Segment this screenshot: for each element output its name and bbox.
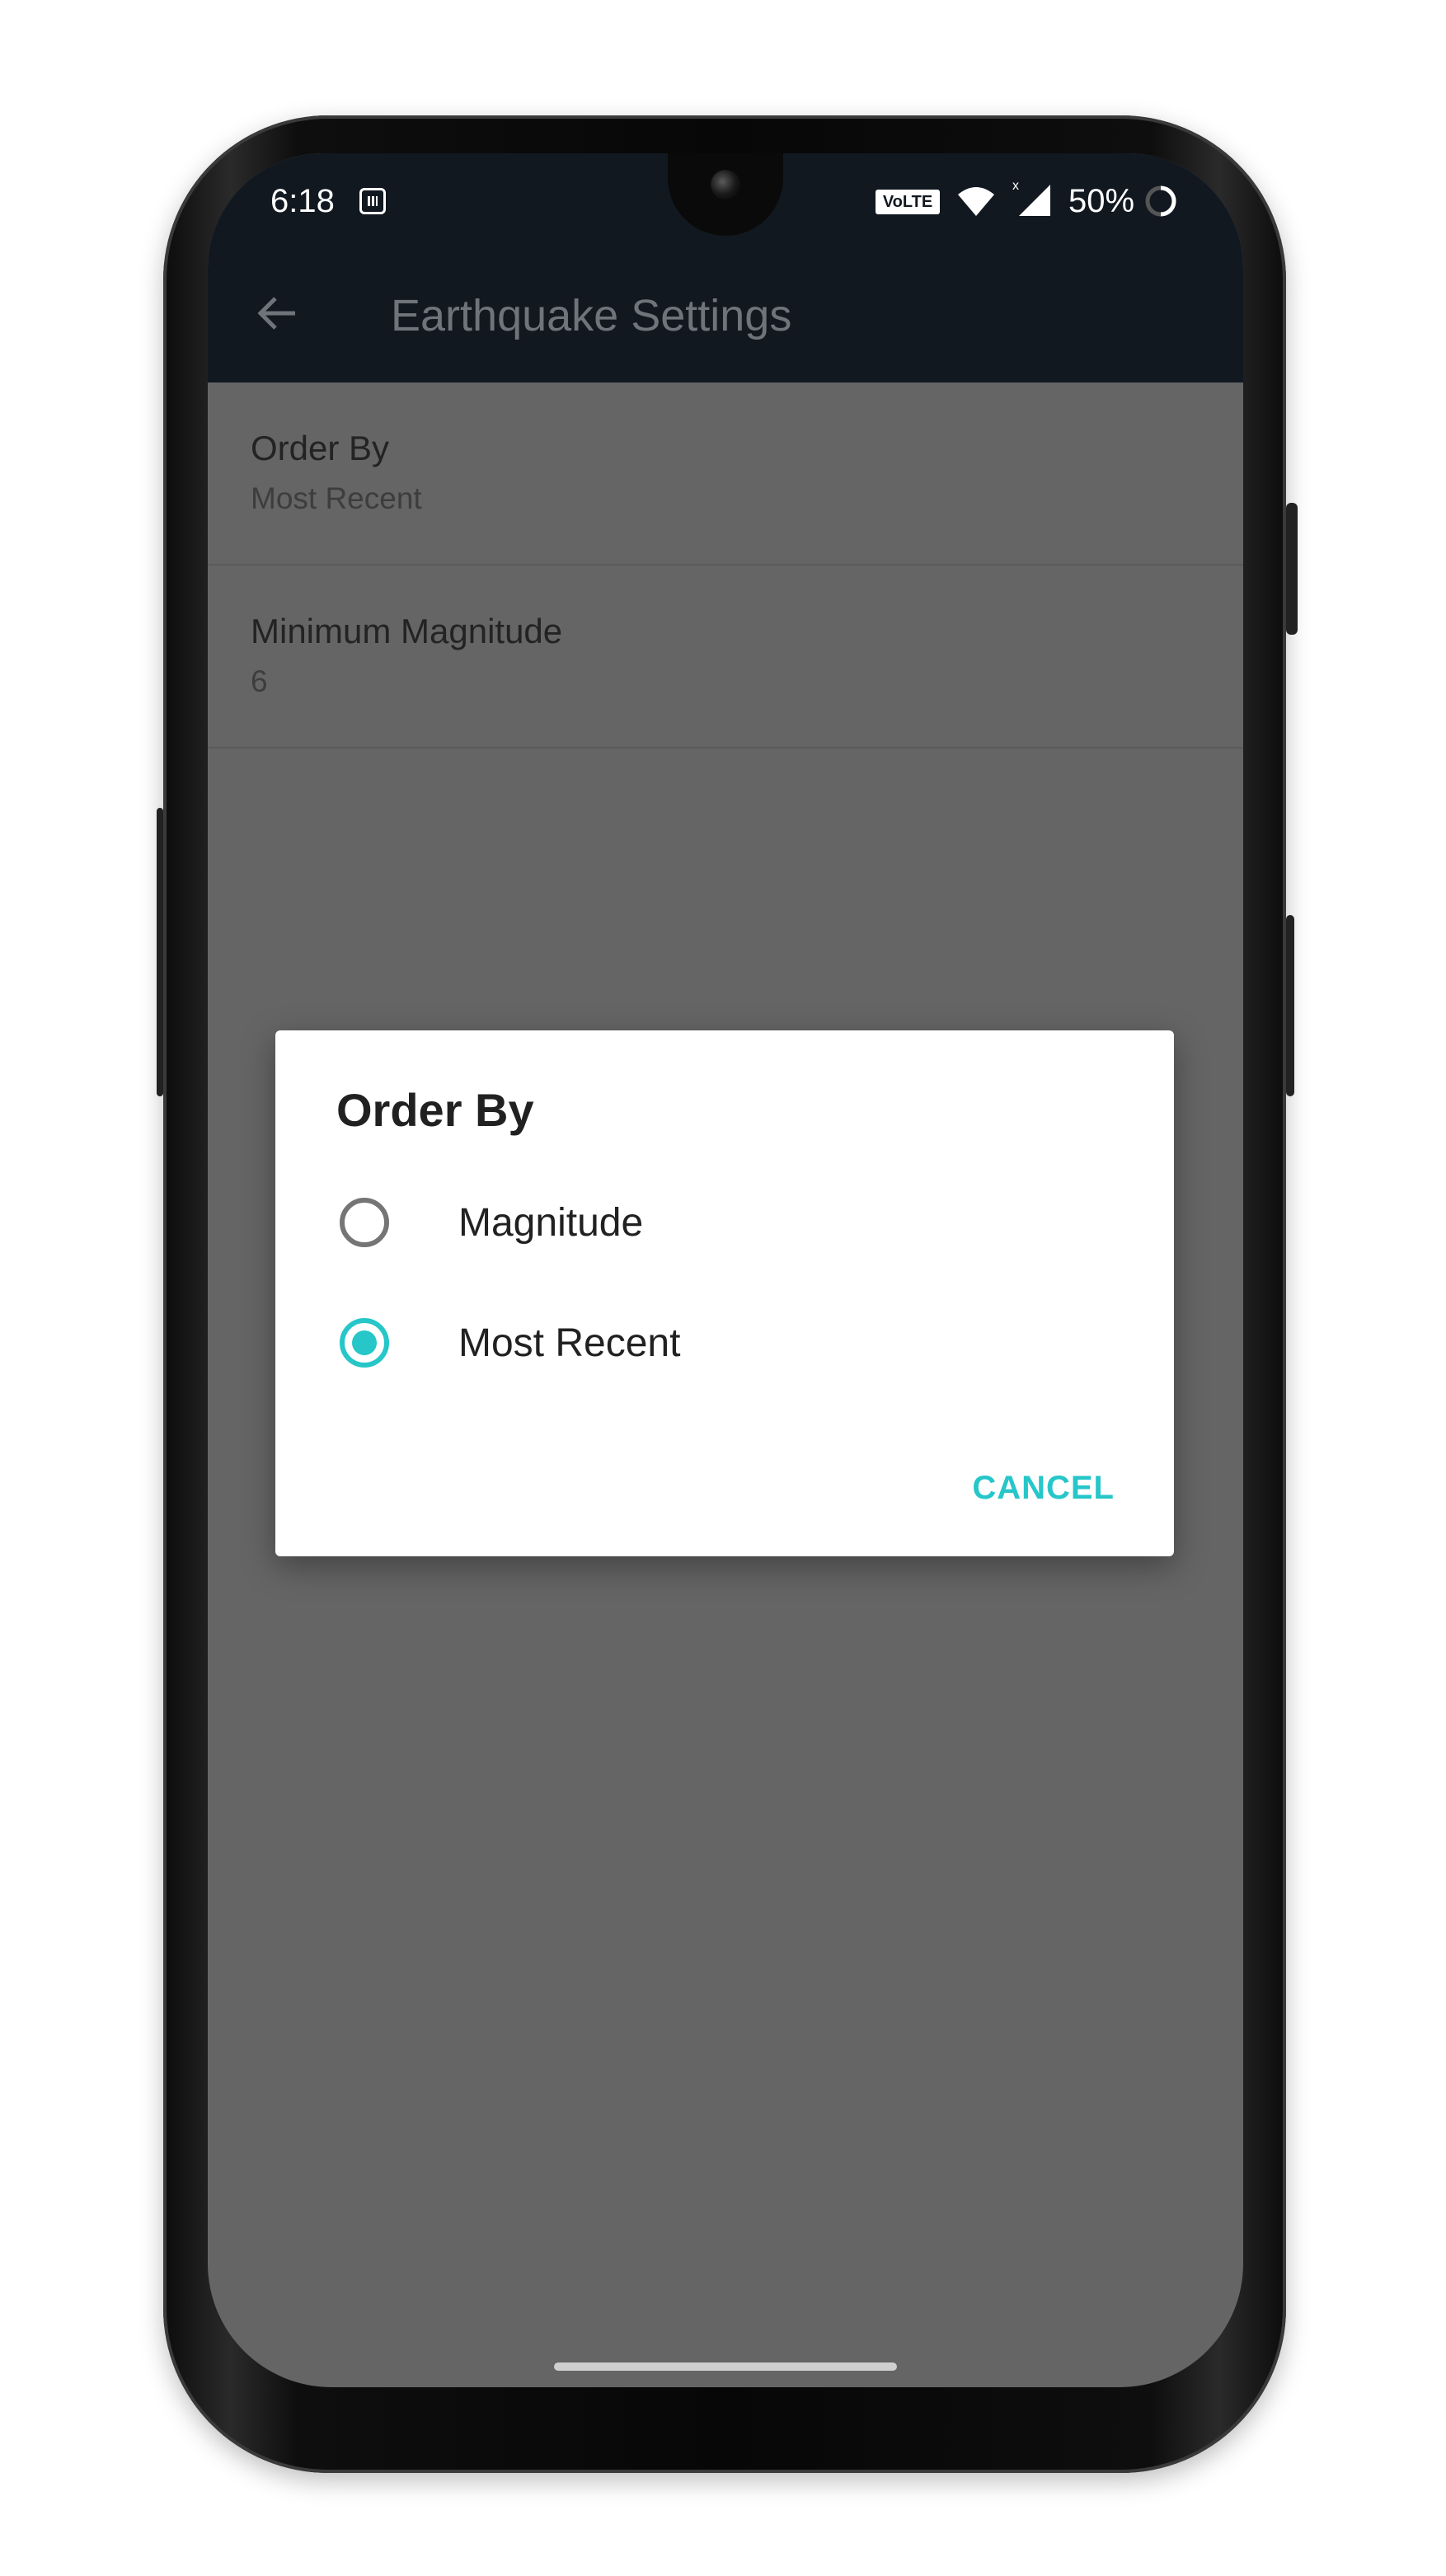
dialog-title: Order By bbox=[336, 1084, 534, 1136]
pref-title: Order By bbox=[251, 429, 390, 467]
status-time: 6:18 bbox=[270, 183, 335, 219]
camera-icon bbox=[711, 170, 740, 199]
wifi-icon bbox=[958, 187, 994, 216]
pref-minimum-magnitude[interactable]: Minimum Magnitude 6 bbox=[208, 565, 1243, 748]
pref-summary: 6 bbox=[251, 664, 268, 698]
radio-option-magnitude[interactable]: Magnitude bbox=[275, 1177, 1174, 1268]
power-button bbox=[1286, 503, 1298, 635]
svg-text:x: x bbox=[1012, 179, 1019, 193]
home-indicator[interactable] bbox=[554, 2363, 897, 2371]
pref-title: Minimum Magnitude bbox=[251, 612, 563, 650]
volume-button bbox=[1286, 915, 1294, 1096]
alert-slider bbox=[157, 808, 163, 1096]
order-by-dialog: Order By Magnitude Most Recent CANCEL bbox=[275, 1030, 1174, 1556]
radio-unchecked-icon[interactable] bbox=[340, 1198, 389, 1247]
battery-percent: 50% bbox=[1068, 183, 1135, 219]
sim-icon bbox=[359, 188, 386, 214]
app-toolbar: Earthquake Settings bbox=[208, 241, 1243, 382]
radio-label: Magnitude bbox=[458, 1201, 644, 1245]
signal-icon: x bbox=[1012, 179, 1050, 216]
radio-checked-icon[interactable] bbox=[340, 1318, 389, 1368]
settings-list: Order By Most Recent Minimum Magnitude 6 bbox=[208, 382, 1243, 748]
cancel-button[interactable]: CANCEL bbox=[972, 1470, 1115, 1507]
radio-label: Most Recent bbox=[458, 1321, 681, 1365]
pref-order-by[interactable]: Order By Most Recent bbox=[208, 382, 1243, 565]
page-title: Earthquake Settings bbox=[391, 291, 792, 340]
battery-icon bbox=[1145, 185, 1176, 217]
arrow-left-icon[interactable] bbox=[254, 290, 300, 336]
status-bar: 6:18 VoLTE x 50% bbox=[208, 153, 1243, 241]
volte-badge: VoLTE bbox=[876, 190, 940, 214]
radio-option-most-recent[interactable]: Most Recent bbox=[275, 1297, 1174, 1388]
pref-summary: Most Recent bbox=[251, 481, 422, 515]
